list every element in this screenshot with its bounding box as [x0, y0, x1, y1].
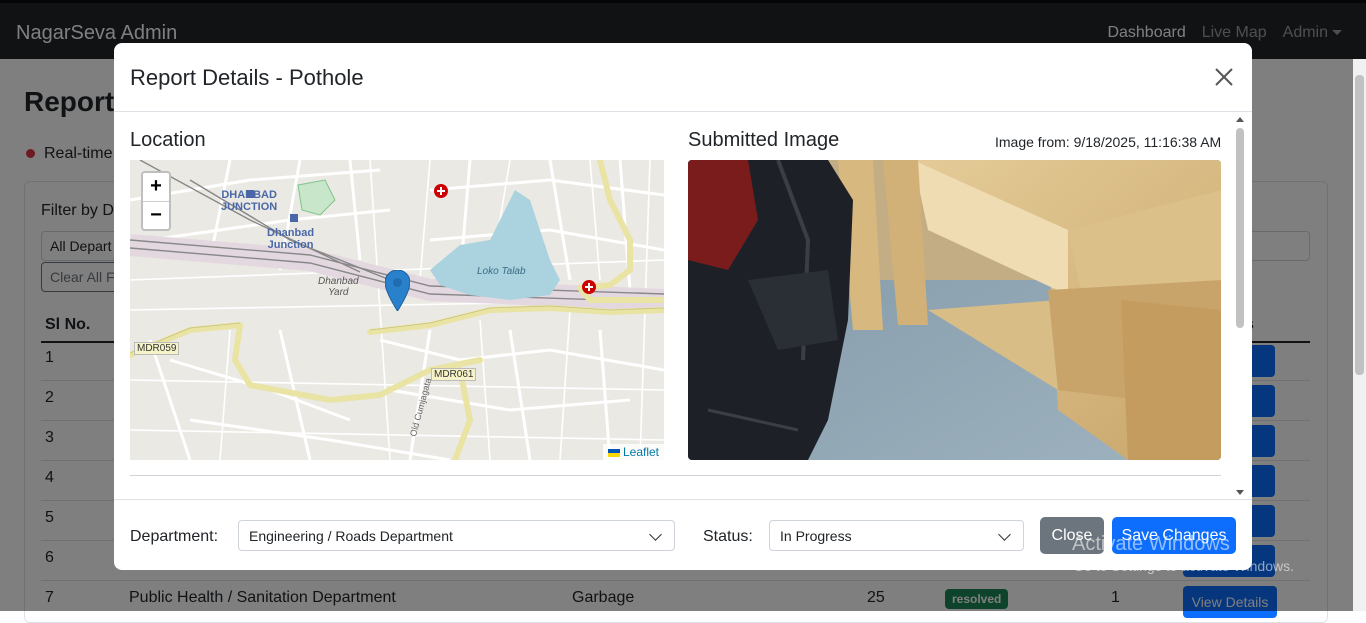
map-label-yard-line1: Dhanbad	[318, 276, 359, 287]
scroll-up-arrow-icon[interactable]	[1236, 117, 1244, 122]
map-label-station-line1: DHANBAD	[221, 189, 277, 201]
image-timestamp: Image from: 9/18/2025, 11:16:38 AM	[995, 134, 1222, 150]
map-label-station-2-line1: Dhanbad	[267, 227, 315, 239]
department-label: Department:	[130, 528, 219, 545]
modal-header: Report Details - Pothole	[114, 43, 1252, 112]
zoom-out-button[interactable]: −	[143, 202, 169, 230]
map-zoom-control: + −	[141, 171, 171, 231]
modal-body-scrollbar[interactable]	[1235, 115, 1245, 495]
chevron-down-icon	[649, 528, 662, 541]
map-label-lake: Loko Talab	[477, 266, 526, 277]
map-label-yard-line2: Yard	[328, 287, 349, 298]
map-label-road-mdr059: MDR059	[134, 342, 180, 355]
status-select[interactable]: In Progress	[769, 520, 1024, 551]
chevron-down-icon	[998, 528, 1011, 541]
department-select-value: Engineering / Roads Department	[249, 528, 453, 544]
map-label-station-2: Dhanbad Junction	[267, 227, 314, 251]
map-label-road-mdr061: MDR061	[431, 368, 477, 381]
page-scrollbar[interactable]	[1353, 59, 1366, 611]
activate-windows-watermark: Activate Windows	[1072, 533, 1230, 555]
location-map[interactable]: DHANBAD JUNCTION Dhanbad Junction Dhanbad Y…	[130, 160, 664, 460]
ukraine-flag-icon	[607, 448, 620, 457]
location-heading: Location	[130, 129, 206, 151]
map-label-station-2-line2: Junction	[267, 239, 314, 251]
status-select-value: In Progress	[780, 528, 852, 544]
map-label-station-line2: JUNCTION	[221, 201, 278, 213]
department-select[interactable]: Engineering / Roads Department	[238, 520, 675, 551]
map-attribution: Leaflet	[602, 444, 664, 460]
status-label: Status:	[703, 528, 753, 545]
modal-scrollbar-thumb[interactable]	[1236, 128, 1244, 328]
page-scrollbar-thumb[interactable]	[1355, 75, 1364, 375]
leaflet-link[interactable]: Leaflet	[623, 445, 659, 459]
map-label-station: DHANBAD JUNCTION	[221, 189, 277, 213]
close-icon[interactable]	[1212, 65, 1236, 89]
map-marker-icon[interactable]	[385, 270, 410, 311]
submitted-image-heading: Submitted Image	[688, 129, 840, 151]
section-divider	[130, 475, 1221, 476]
submitted-photo	[688, 160, 1221, 460]
scroll-down-arrow-icon[interactable]	[1236, 490, 1244, 495]
map-label-yard: Dhanbad Yard	[318, 276, 359, 298]
modal-title: Report Details - Pothole	[130, 65, 364, 90]
modal-body: Location Submitted Image Image from: 9/1…	[114, 112, 1252, 498]
activate-windows-subtext: Go to Settings to activate Windows.	[1073, 558, 1294, 574]
submitted-image[interactable]	[688, 160, 1221, 460]
zoom-in-button[interactable]: +	[143, 173, 169, 202]
report-details-modal: Report Details - Pothole Location Submit…	[114, 43, 1252, 570]
